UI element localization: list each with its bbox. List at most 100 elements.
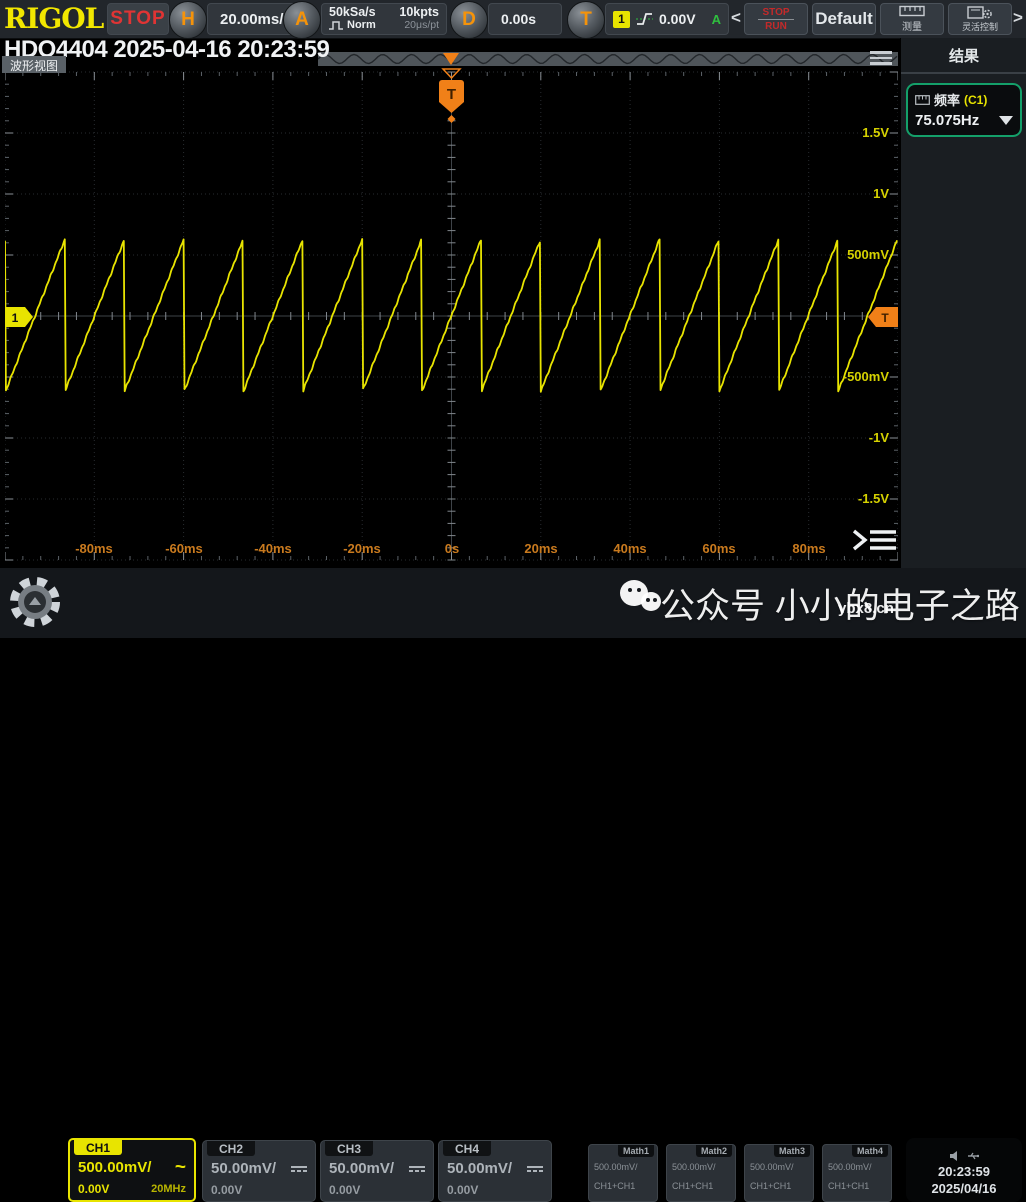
- rigol-logo: RIGOL: [4, 2, 103, 35]
- y-tick-label: -500mV: [843, 369, 890, 384]
- ch1-position-marker[interactable]: 1: [5, 307, 33, 327]
- y-tick-label: -1V: [869, 430, 890, 445]
- rising-edge-icon: [636, 11, 653, 27]
- run-state-indicator[interactable]: STOP: [107, 3, 169, 35]
- acquire-mode: Norm: [347, 19, 376, 32]
- settings-gear-icon[interactable]: [6, 571, 64, 633]
- math1-expression: CH1+CH1: [594, 1181, 635, 1191]
- speaker-icon: [950, 1151, 961, 1161]
- delay-panel[interactable]: 0.00s: [488, 3, 562, 35]
- channel-card-ch2[interactable]: CH2 50.00mV/ 0.00V: [202, 1140, 316, 1202]
- ch3-tab: CH3: [325, 1141, 373, 1156]
- panel-gear-icon: [967, 6, 993, 19]
- y-tick-label: 1.5V: [862, 125, 889, 140]
- acquire-knob[interactable]: A: [283, 1, 321, 39]
- default-button[interactable]: Default: [812, 3, 876, 35]
- ch1-scale: 500.00mV/: [78, 1159, 151, 1176]
- trigger-status: A: [712, 12, 721, 27]
- memory-depth: 10kpts: [399, 6, 439, 19]
- results-panel: 结果 频率 (C1) 75.075Hz: [900, 38, 1026, 568]
- math3-tab: Math3: [774, 1145, 810, 1157]
- math-card-math1[interactable]: Math1 500.00mV/ CH1+CH1: [588, 1144, 658, 1202]
- ch1-marker-label: 1: [12, 311, 19, 325]
- delay-knob[interactable]: D: [450, 1, 488, 39]
- ch1-tab: CH1: [74, 1140, 122, 1155]
- x-tick-label: -20ms: [343, 541, 381, 556]
- ch4-tab: CH4: [443, 1141, 491, 1156]
- results-panel-title: 结果: [901, 38, 1026, 74]
- square-wave-icon: [329, 21, 344, 30]
- trigger-knob[interactable]: T: [567, 1, 605, 39]
- math1-scale: 500.00mV/: [594, 1162, 638, 1172]
- ch2-tab: CH2: [207, 1141, 255, 1156]
- flexible-control-button[interactable]: 灵活控制: [948, 3, 1012, 35]
- dc-coupling-icon: [527, 1166, 543, 1172]
- ch2-scale: 50.00mV/: [211, 1160, 276, 1177]
- math2-expression: CH1+CH1: [672, 1181, 713, 1191]
- top-status-bar: RIGOL STOP H 20.00ms/ A 50kSa/s Norm 10k…: [0, 0, 1026, 39]
- grid-menu-icon[interactable]: [854, 531, 896, 549]
- acquire-panel[interactable]: 50kSa/s Norm 10kpts 20μs/pt: [321, 3, 447, 35]
- trigger-level-marker[interactable]: T: [868, 307, 898, 327]
- expand-caret-icon[interactable]: [999, 116, 1013, 125]
- y-tick-label: -1.5V: [858, 491, 889, 506]
- dc-coupling-icon: [291, 1166, 307, 1172]
- math-card-math3[interactable]: Math3 500.00mV/ CH1+CH1: [744, 1144, 814, 1202]
- math4-tab: Math4: [852, 1145, 888, 1157]
- x-tick-label: 80ms: [792, 541, 825, 556]
- toolbar-scroll-left-icon[interactable]: <: [731, 8, 741, 28]
- status-time: 20:23:59: [938, 1163, 990, 1180]
- graticule: [5, 72, 898, 560]
- flexible-control-label: 灵活控制: [962, 20, 998, 33]
- math-card-math2[interactable]: Math2 500.00mV/ CH1+CH1: [666, 1144, 736, 1202]
- trigger-knob-label: T: [580, 9, 592, 31]
- ruler-icon: [899, 5, 925, 17]
- acquire-knob-label: A: [295, 9, 309, 31]
- x-tick-label: 40ms: [613, 541, 646, 556]
- measure-button[interactable]: 测量: [880, 3, 944, 35]
- memory-preview-strip[interactable]: [318, 52, 898, 66]
- x-tick-label: -40ms: [254, 541, 292, 556]
- sample-resolution: 20μs/pt: [404, 19, 439, 32]
- measurement-source: (C1): [964, 93, 987, 107]
- horizontal-knob-label: H: [181, 9, 195, 31]
- toolbar-scroll-right-icon[interactable]: >: [1013, 8, 1023, 28]
- math3-expression: CH1+CH1: [750, 1181, 791, 1191]
- measurement-result-card[interactable]: 频率 (C1) 75.075Hz: [906, 83, 1022, 137]
- math-card-math4[interactable]: Math4 500.00mV/ CH1+CH1: [822, 1144, 892, 1202]
- preview-waveform: [318, 52, 898, 66]
- clock-panel[interactable]: 20:23:59 2025/04/16: [906, 1138, 1022, 1202]
- usb-icon: [967, 1151, 979, 1161]
- horizontal-knob[interactable]: H: [169, 1, 207, 39]
- sample-rate: 50kSa/s: [329, 6, 376, 19]
- ac-coupling-icon: ~: [175, 1163, 186, 1173]
- channel-card-ch4[interactable]: CH4 50.00mV/ 0.00V: [438, 1140, 552, 1202]
- math2-scale: 500.00mV/: [672, 1162, 716, 1172]
- channel-card-ch1[interactable]: CH1 500.00mV/ ~ 0.00V 20MHz: [68, 1138, 196, 1202]
- run-label: RUN: [765, 21, 787, 32]
- preview-trigger-position-icon[interactable]: [443, 53, 459, 65]
- default-label: Default: [815, 9, 873, 29]
- tab-waveform-view[interactable]: 波形视图: [2, 56, 66, 73]
- math1-tab: Math1: [618, 1145, 654, 1157]
- x-tick-label: 0s: [445, 541, 459, 556]
- ch1-offset: 0.00V: [78, 1182, 109, 1196]
- run-state-label: STOP: [110, 8, 165, 30]
- channel-status-bar: CH1 500.00mV/ ~ 0.00V 20MHz CH2 50.00mV/…: [0, 568, 1026, 638]
- channel-card-ch3[interactable]: CH3 50.00mV/ 0.00V: [320, 1140, 434, 1202]
- menu-icon[interactable]: [870, 51, 892, 65]
- trigger-panel[interactable]: 1 0.00V A: [605, 3, 729, 35]
- ch1-bandwidth: 20MHz: [151, 1183, 186, 1195]
- measurement-icon: [915, 95, 930, 105]
- dc-coupling-icon: [409, 1166, 425, 1172]
- delay-value: 0.00s: [501, 11, 536, 27]
- ch4-scale: 50.00mV/: [447, 1160, 512, 1177]
- waveform-display-area[interactable]: -80ms -60ms -40ms -20ms 0s 20ms 40ms 60m…: [5, 66, 898, 562]
- trigger-position-marker-label: T: [447, 86, 456, 103]
- x-tick-label: 20ms: [524, 541, 557, 556]
- stop-run-button[interactable]: STOP RUN: [744, 3, 808, 35]
- trigger-level-value: 0.00V: [659, 11, 696, 27]
- math3-scale: 500.00mV/: [750, 1162, 794, 1172]
- x-tick-label: -60ms: [165, 541, 203, 556]
- ch4-offset: 0.00V: [447, 1183, 478, 1197]
